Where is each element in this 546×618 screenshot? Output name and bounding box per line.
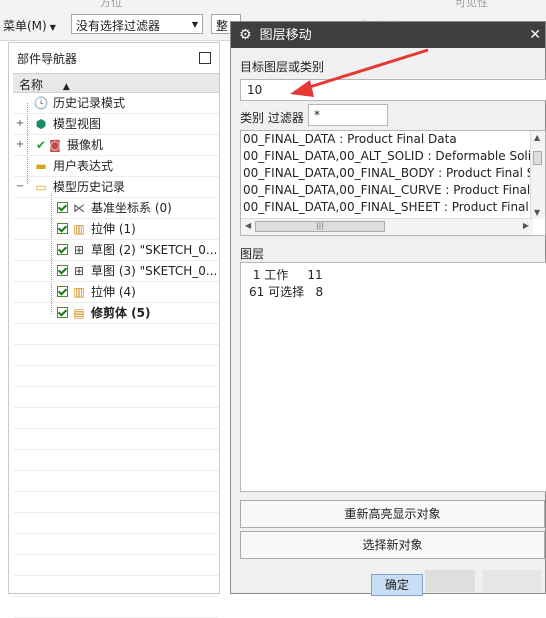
- annotation-arrow-line: [299, 48, 429, 92]
- annotation-arrow-head: [290, 80, 314, 97]
- annotation-arrow: [290, 48, 429, 97]
- empty-row: [13, 597, 219, 618]
